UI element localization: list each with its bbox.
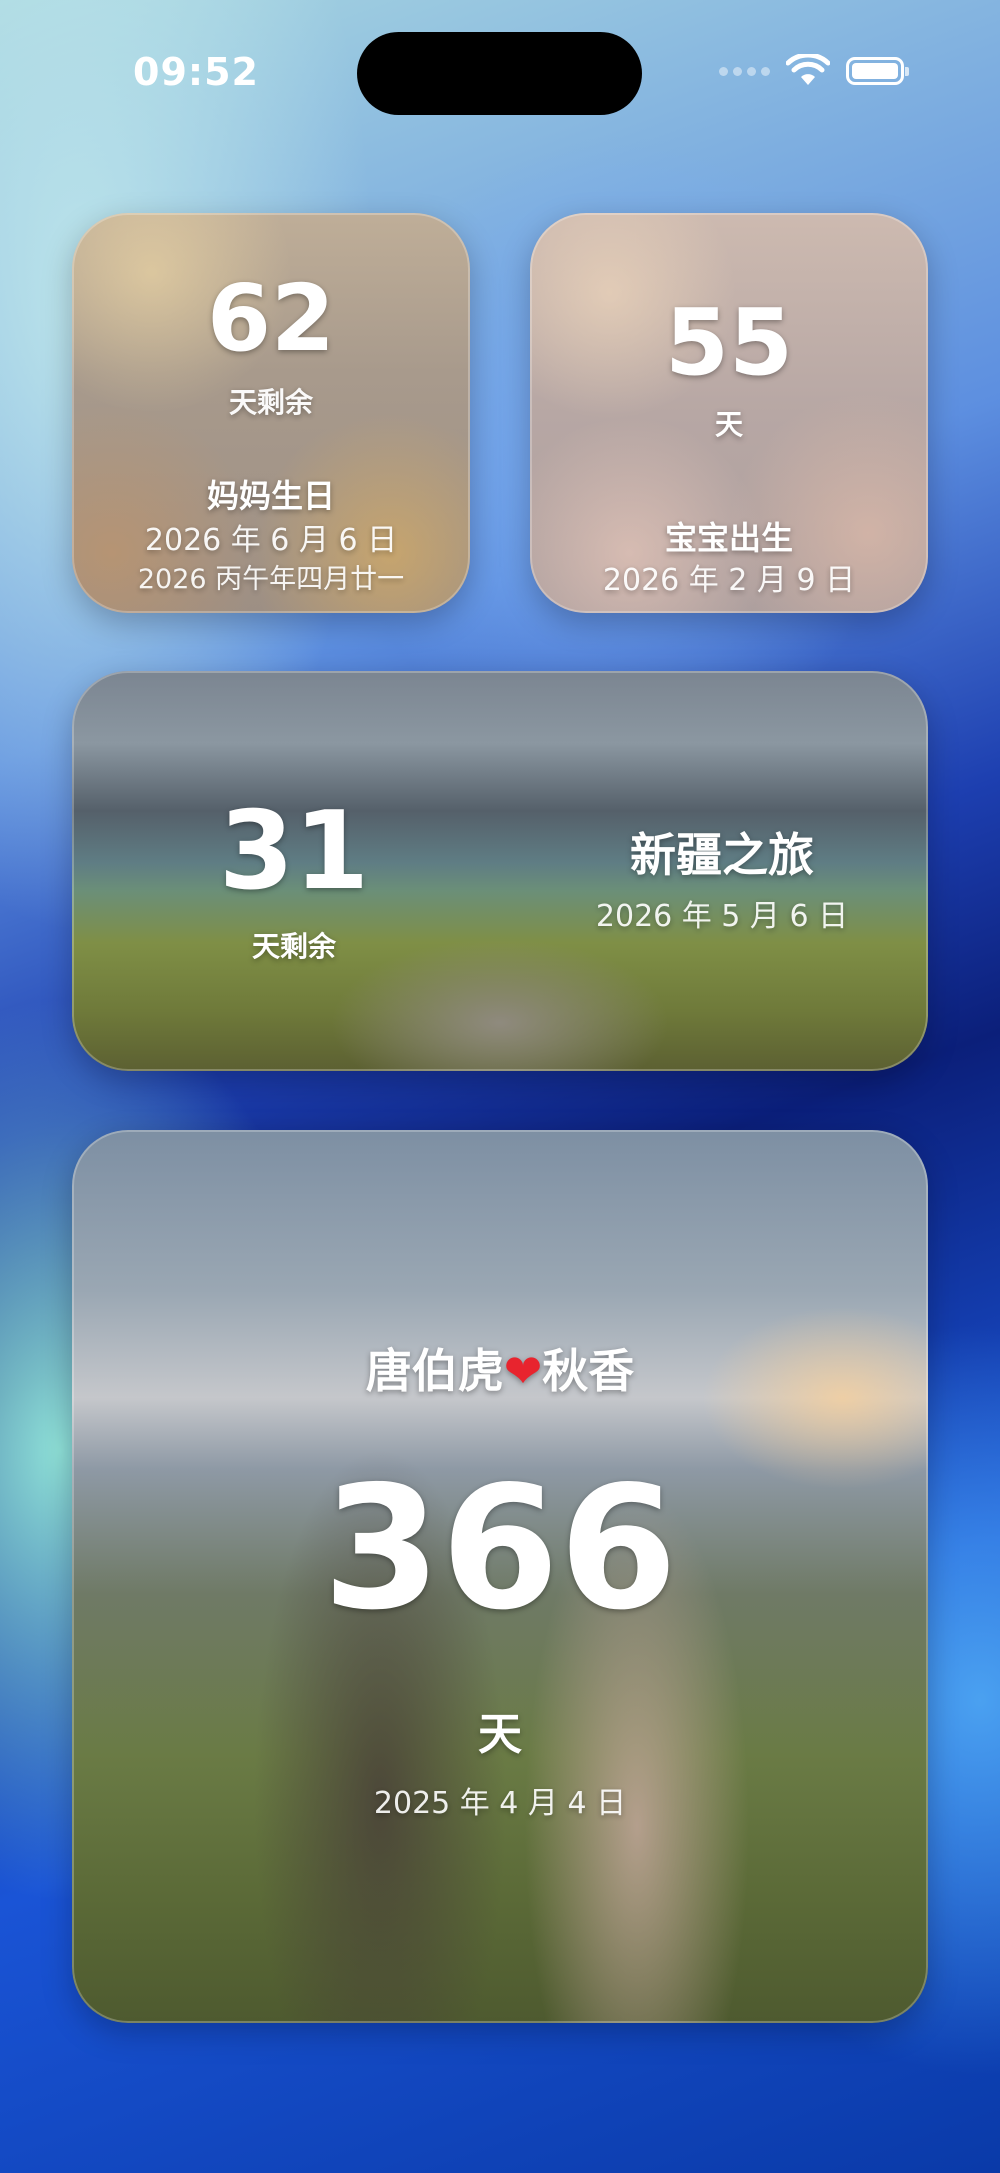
- event-title: 唐伯虎❤秋香: [72, 1335, 928, 1401]
- widget-xinjiang-trip[interactable]: 31 天剩余 新疆之旅 2026 年 5 月 6 日: [72, 671, 928, 1071]
- status-time: 09:52: [133, 50, 259, 94]
- event-title: 新疆之旅: [630, 828, 814, 882]
- widget-baby-birth[interactable]: 55 天 宝宝出生 2026 年 2 月 9 日: [530, 213, 928, 613]
- cellular-signal-icon: [719, 66, 770, 76]
- days-unit: 天: [478, 1709, 522, 1760]
- days-count: 31: [218, 789, 370, 914]
- event-title: 宝宝出生: [664, 519, 793, 557]
- status-icons: [719, 54, 909, 88]
- days-unit: 天剩余: [251, 930, 336, 963]
- dynamic-island: [357, 32, 642, 115]
- event-lunar-date: 2026 丙午年四月廿一: [137, 564, 405, 595]
- battery-icon: [846, 57, 909, 85]
- event-date: 2026 年 5 月 6 日: [595, 899, 849, 934]
- wifi-icon: [786, 54, 830, 85]
- days-count: 366: [322, 1450, 678, 1648]
- event-date: 2026 年 6 月 6 日: [144, 523, 398, 558]
- days-unit: 天: [714, 408, 743, 441]
- event-date: 2026 年 2 月 9 日: [602, 563, 856, 598]
- event-title-right: 秋香: [542, 1344, 635, 1398]
- widget-mom-birthday[interactable]: 62 天剩余 妈妈生日 2026 年 6 月 6 日 2026 丙午年四月廿一: [72, 213, 470, 613]
- event-title: 妈妈生日: [206, 477, 335, 515]
- event-title-left: 唐伯虎: [365, 1344, 504, 1398]
- event-date: 2025 年 4 月 4 日: [373, 1786, 627, 1821]
- days-count: 55: [664, 289, 794, 396]
- days-count: 62: [206, 265, 336, 372]
- days-unit: 天剩余: [228, 386, 313, 419]
- widget-anniversary[interactable]: 唐伯虎❤秋香 366 天 2025 年 4 月 4 日: [72, 1130, 928, 2023]
- heart-icon: ❤: [503, 1344, 543, 1398]
